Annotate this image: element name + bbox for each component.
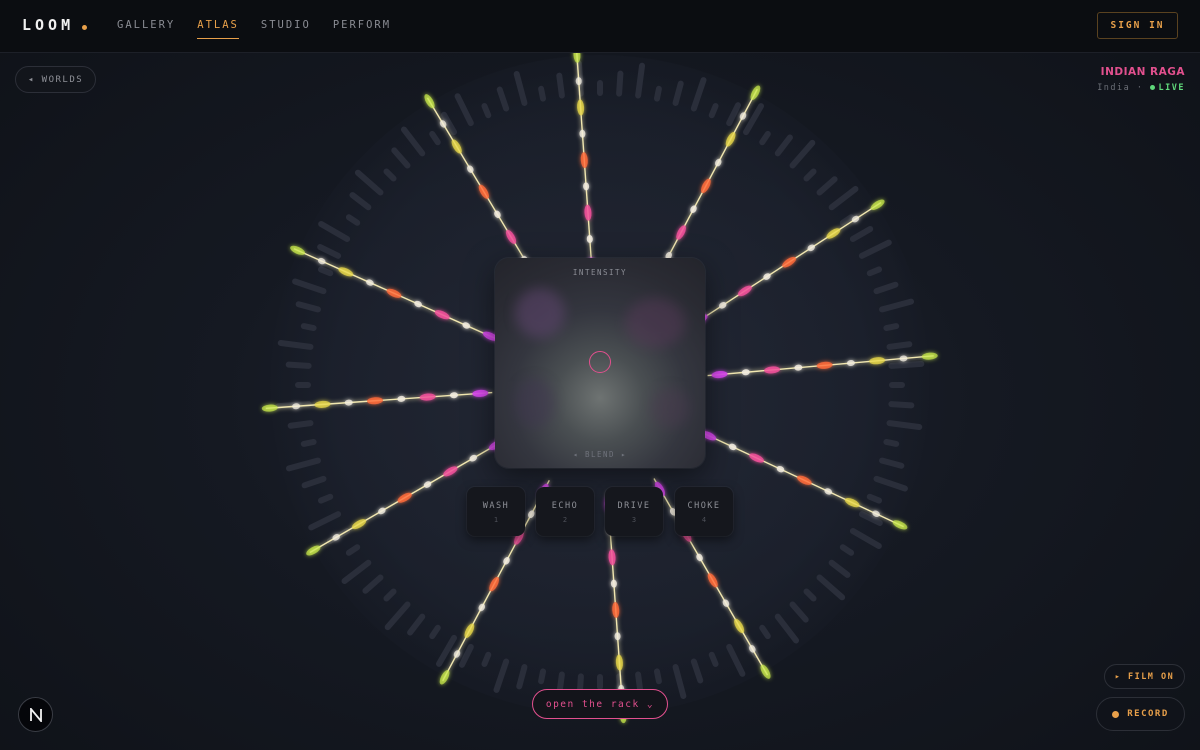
record-label: RECORD xyxy=(1127,709,1169,719)
record-button[interactable]: RECORD xyxy=(1096,697,1185,731)
pad-blend-label: ◂ BLEND ▸ xyxy=(572,450,628,459)
fx-button-wash[interactable]: WASH 1 xyxy=(467,487,525,536)
film-toggle-button[interactable]: ▸ FILM ON xyxy=(1104,664,1185,689)
nav-item-atlas[interactable]: ATLAS xyxy=(197,19,239,39)
wheel-tick xyxy=(888,401,915,409)
pad-glow xyxy=(515,378,555,428)
wheel-tick xyxy=(883,438,900,447)
dot-icon xyxy=(82,25,87,30)
n-logo-glyph xyxy=(29,707,42,722)
pad-title: INTENSITY xyxy=(572,268,628,277)
fx-label: CHOKE xyxy=(687,501,721,511)
wheel-tick xyxy=(300,438,317,447)
live-status: LIVE xyxy=(1158,83,1185,93)
sign-in-button[interactable]: SIGN IN xyxy=(1097,12,1178,39)
fx-key: 2 xyxy=(562,516,568,524)
nav-item-perform[interactable]: PERFORM xyxy=(333,19,391,39)
wheel-tick xyxy=(285,361,312,369)
fx-label: DRIVE xyxy=(617,501,651,511)
logo[interactable]: LOOM xyxy=(22,16,74,34)
wheel-tick xyxy=(481,651,492,668)
wheel-tick xyxy=(653,85,662,102)
fx-button-echo[interactable]: ECHO 2 xyxy=(536,487,594,536)
wheel-tick xyxy=(708,651,719,668)
nav-item-studio[interactable]: STUDIO xyxy=(261,19,311,39)
live-dot-icon xyxy=(1149,84,1155,90)
wheel-tick xyxy=(538,85,547,102)
fx-key: 1 xyxy=(493,516,499,524)
main-nav: GALLERY ATLAS STUDIO PERFORM xyxy=(117,19,413,39)
wheel-tick xyxy=(866,266,883,277)
nav-item-gallery[interactable]: GALLERY xyxy=(117,19,175,39)
record-dot-icon xyxy=(1112,710,1120,718)
world-title: INDIAN RAGA xyxy=(1100,66,1185,78)
fx-button-choke[interactable]: CHOKE 4 xyxy=(675,487,733,536)
pad-glow xyxy=(650,388,690,428)
pad-cursor-handle[interactable] xyxy=(589,351,611,373)
wheel-tick xyxy=(866,493,883,504)
wheel-tick xyxy=(883,323,900,332)
wheel-tick xyxy=(616,70,624,97)
wheel-tick xyxy=(653,668,662,685)
world-info: INDIAN RAGA India · LIVE xyxy=(1097,66,1185,93)
world-region: India · xyxy=(1097,83,1144,93)
open-rack-button[interactable]: open the rack ⌄ xyxy=(532,689,668,719)
wheel-tick xyxy=(708,102,719,119)
wheel-tick xyxy=(556,72,565,99)
wheel-tick xyxy=(886,420,923,431)
n-logo-icon[interactable] xyxy=(18,697,53,732)
wheel-tick xyxy=(317,493,334,504)
worlds-back-button[interactable]: ◂ WORLDS xyxy=(15,66,96,93)
wheel-tick xyxy=(888,360,925,369)
pad-glow xyxy=(515,288,565,338)
world-subtitle: India · LIVE xyxy=(1097,83,1185,93)
wheel-tick xyxy=(481,102,492,119)
wheel-tick xyxy=(635,62,646,99)
pad-glow xyxy=(625,298,685,348)
wheel-tick xyxy=(538,668,547,685)
top-bar: LOOM GALLERY ATLAS STUDIO PERFORM SIGN I… xyxy=(0,0,1200,53)
intensity-blend-pad[interactable]: INTENSITY ◂ BLEND ▸ xyxy=(495,258,705,468)
wheel-tick xyxy=(886,341,913,350)
wheel-tick xyxy=(317,266,334,277)
fx-label: ECHO xyxy=(551,501,579,511)
wheel-tick xyxy=(287,420,314,429)
fx-key: 4 xyxy=(701,516,707,524)
fx-label: WASH xyxy=(482,501,510,511)
wheel-tick xyxy=(300,323,317,332)
fx-button-drive[interactable]: DRIVE 3 xyxy=(605,487,663,536)
wheel-tick xyxy=(277,339,314,350)
fx-key: 3 xyxy=(631,516,637,524)
